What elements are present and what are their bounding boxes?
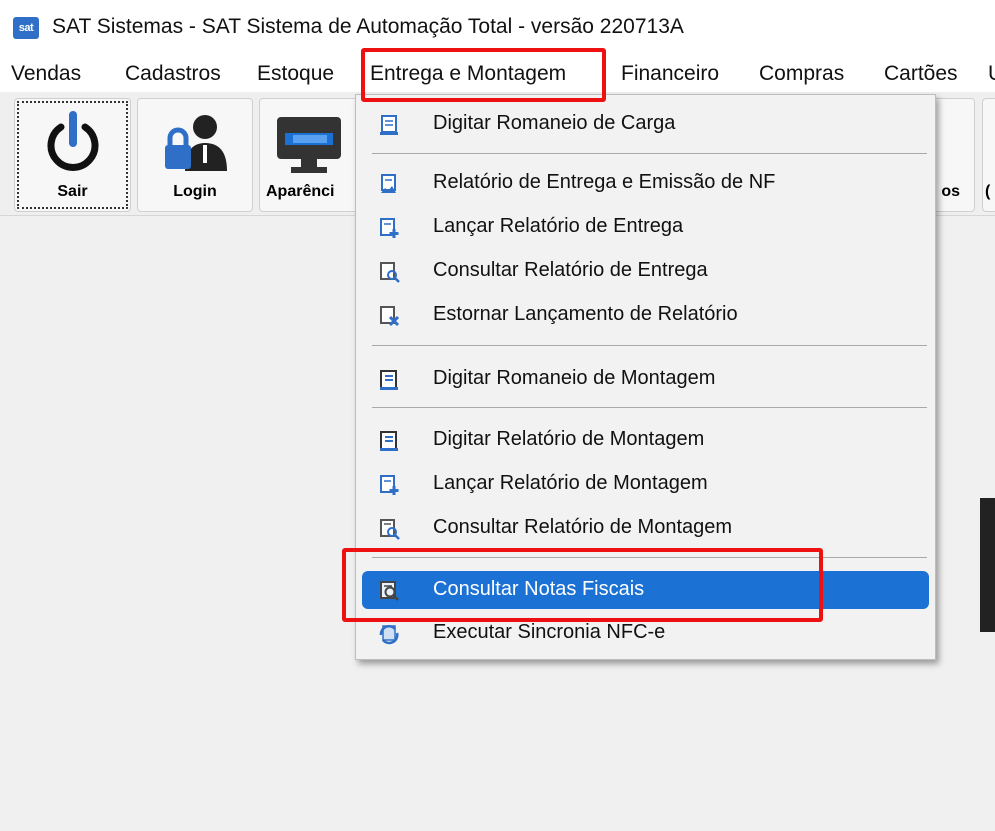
window-title: SAT Sistemas - SAT Sistema de Automação … xyxy=(52,15,684,38)
menu-item-digitar-romaneio-carga[interactable]: Digitar Romaneio de Carga xyxy=(362,105,929,143)
form-icon xyxy=(380,115,398,135)
aparencia-label: Aparênci xyxy=(266,183,335,200)
app-logo-icon: sat xyxy=(13,17,39,39)
menu-item-label: Consultar Relatório de Entrega xyxy=(433,259,708,281)
report-add-icon xyxy=(380,218,399,238)
menu-bar: Vendas Cadastros Estoque Entrega e Monta… xyxy=(0,56,995,92)
user-lock-icon xyxy=(165,115,227,171)
login-button[interactable]: Login xyxy=(137,98,253,212)
invoice-search-icon xyxy=(380,581,399,601)
menu-separator xyxy=(372,407,927,408)
menu-cartoes[interactable]: Cartões xyxy=(884,62,958,86)
menu-item-digitar-relatorio-montagem[interactable]: Digitar Relatório de Montagem xyxy=(362,421,929,459)
menu-item-label: Consultar Relatório de Montagem xyxy=(433,516,733,538)
menu-financeiro[interactable]: Financeiro xyxy=(621,62,719,86)
menu-item-label: Digitar Romaneio de Carga xyxy=(433,112,676,134)
entrega-montagem-dropdown: Digitar Romaneio de Carga Relatório de E… xyxy=(355,94,936,660)
sync-icon xyxy=(379,625,399,645)
menu-item-consultar-relatorio-montagem[interactable]: Consultar Relatório de Montagem xyxy=(362,509,929,547)
menu-item-label: Digitar Relatório de Montagem xyxy=(433,428,705,450)
assembly-report-icon xyxy=(380,431,398,451)
menu-item-digitar-romaneio-montagem[interactable]: Digitar Romaneio de Montagem xyxy=(362,360,929,398)
menu-item-lancar-relatorio-entrega[interactable]: Lançar Relatório de Entrega xyxy=(362,208,929,246)
power-icon xyxy=(47,111,98,171)
menu-compras[interactable]: Compras xyxy=(759,62,844,86)
aparencia-button[interactable]: Aparênci xyxy=(259,98,359,212)
title-bar: sat SAT Sistemas - SAT Sistema de Automa… xyxy=(0,0,995,56)
toolbar-os-label: os xyxy=(941,183,960,200)
menu-separator xyxy=(372,345,927,346)
menu-item-label: Consultar Notas Fiscais xyxy=(433,578,645,600)
menu-item-estornar-lancamento-relatorio[interactable]: Estornar Lançamento de Relatório xyxy=(362,296,929,334)
menu-item-consultar-relatorio-entrega[interactable]: Consultar Relatório de Entrega xyxy=(362,252,929,290)
menu-item-label: Lançar Relatório de Entrega xyxy=(433,215,684,237)
report-invoice-icon xyxy=(381,174,396,193)
menu-separator xyxy=(372,557,927,558)
menu-item-lancar-relatorio-montagem[interactable]: Lançar Relatório de Montagem xyxy=(362,465,929,503)
menu-cadastros[interactable]: Cadastros xyxy=(125,62,221,86)
menu-item-relatorio-entrega-emissao-nf[interactable]: Relatório de Entrega e Emissão de NF xyxy=(362,164,929,202)
menu-separator xyxy=(372,153,927,154)
side-panel-edge xyxy=(980,498,995,632)
report-remove-icon xyxy=(380,306,400,327)
menu-item-executar-sincronia-nfce[interactable]: Executar Sincronia NFC-e xyxy=(362,614,929,652)
menu-vendas[interactable]: Vendas xyxy=(11,62,81,86)
assembly-search-icon xyxy=(380,519,400,540)
monitor-icon xyxy=(277,117,341,173)
menu-estoque[interactable]: Estoque xyxy=(257,62,334,86)
sair-button[interactable]: Sair xyxy=(14,98,131,212)
menu-item-label: Digitar Romaneio de Montagem xyxy=(433,367,716,389)
menu-item-label: Lançar Relatório de Montagem xyxy=(433,472,708,494)
menu-u-partial[interactable]: U xyxy=(988,62,995,86)
assembly-form-icon xyxy=(380,370,398,390)
menu-item-label: Estornar Lançamento de Relatório xyxy=(433,303,738,325)
assembly-add-icon xyxy=(380,475,399,495)
sair-label: Sair xyxy=(57,183,88,200)
toolbar-partial-label: ( xyxy=(985,183,991,200)
menu-item-label: Relatório de Entrega e Emissão de NF xyxy=(433,171,776,193)
report-search-icon xyxy=(380,262,400,283)
login-label: Login xyxy=(173,183,217,200)
menu-item-label: Executar Sincronia NFC-e xyxy=(433,621,666,643)
menu-item-consultar-notas-fiscais[interactable]: Consultar Notas Fiscais xyxy=(362,571,929,609)
toolbar-button-partial[interactable]: ( xyxy=(982,98,995,212)
menu-entrega-montagem[interactable]: Entrega e Montagem xyxy=(370,62,566,86)
